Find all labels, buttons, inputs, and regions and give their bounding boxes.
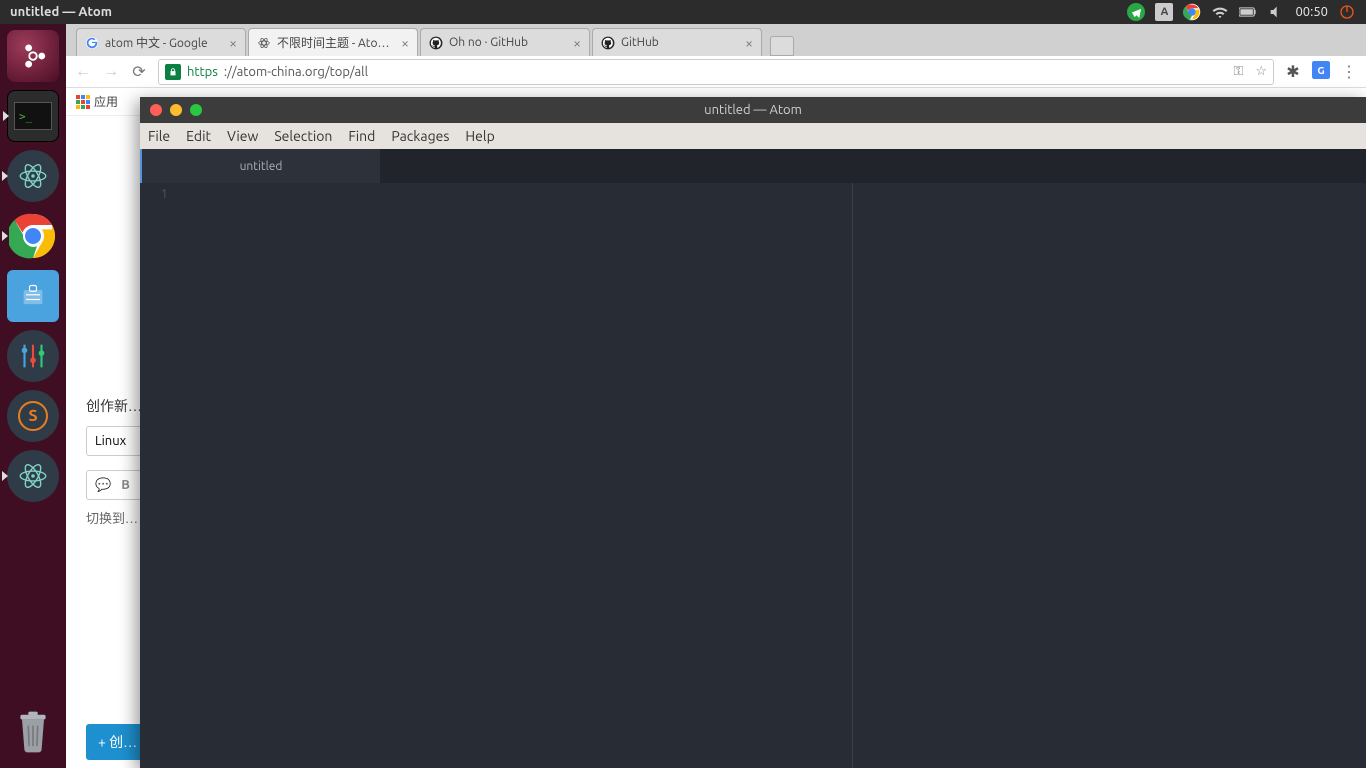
- dash-icon[interactable]: [7, 30, 59, 82]
- apps-grid-icon: [76, 95, 90, 109]
- atom-menu-bar: File Edit View Selection Find Packages H…: [140, 123, 1366, 149]
- evernote-extension-icon[interactable]: ✱: [1284, 62, 1302, 81]
- chrome-tab-active[interactable]: 不限时间主题 - Ato… ×: [248, 28, 418, 56]
- system-top-bar: untitled — Atom A 00:50: [0, 0, 1366, 24]
- chrome-tab[interactable]: atom 中文 - Google ×: [76, 28, 246, 56]
- menu-help[interactable]: Help: [465, 128, 494, 144]
- chrome-toolbar: ← → ⟳ https ://atom-china.org/top/all ⚿ ☆…: [66, 56, 1366, 88]
- chrome-tab[interactable]: GitHub ×: [592, 28, 762, 56]
- atom-tab-bar: untitled: [140, 149, 1366, 183]
- battery-icon[interactable]: [1239, 3, 1257, 21]
- reload-button[interactable]: ⟳: [130, 62, 148, 81]
- system-tray: A 00:50: [1127, 3, 1366, 21]
- wifi-icon[interactable]: [1211, 3, 1229, 21]
- forward-button[interactable]: →: [102, 62, 120, 81]
- reply-toolbar-icon[interactable]: 💬: [95, 478, 111, 493]
- bold-toolbar-icon[interactable]: B: [121, 478, 130, 492]
- url-scheme: https: [187, 65, 218, 79]
- app-s-launcher-icon[interactable]: S: [7, 390, 59, 442]
- tab-title: Oh no · GitHub: [449, 36, 567, 49]
- github-favicon: [429, 36, 443, 50]
- atom-editor-area[interactable]: 1: [140, 183, 1366, 768]
- atom-titlebar[interactable]: untitled — Atom: [140, 97, 1366, 123]
- chrome-tab[interactable]: Oh no · GitHub ×: [420, 28, 590, 56]
- menu-view[interactable]: View: [227, 128, 258, 144]
- atom-window: untitled — Atom File Edit View Selection…: [140, 97, 1366, 768]
- trash-launcher-icon[interactable]: [7, 706, 59, 758]
- tab-close-icon[interactable]: ×: [745, 35, 753, 51]
- tab-title: 不限时间主题 - Ato…: [277, 34, 395, 51]
- menu-file[interactable]: File: [148, 128, 170, 144]
- url-path: ://atom-china.org/top/all: [224, 65, 368, 79]
- settings-launcher-icon[interactable]: [7, 330, 59, 382]
- chrome-menu-icon[interactable]: ⋮: [1340, 62, 1358, 81]
- atom-favicon: [257, 36, 271, 50]
- apps-button[interactable]: 应用: [76, 93, 118, 110]
- address-bar[interactable]: https ://atom-china.org/top/all ⚿ ☆: [158, 59, 1274, 85]
- menu-selection[interactable]: Selection: [274, 128, 332, 144]
- atom-launcher-icon[interactable]: [7, 150, 59, 202]
- github-favicon: [601, 36, 615, 50]
- key-icon[interactable]: ⚿: [1233, 64, 1243, 79]
- input-method-icon[interactable]: A: [1155, 3, 1173, 21]
- back-button[interactable]: ←: [74, 62, 92, 81]
- apps-label: 应用: [94, 93, 118, 110]
- translate-extension-icon[interactable]: G: [1312, 61, 1330, 83]
- wrap-guide: [852, 183, 853, 768]
- atom-launcher-icon-2[interactable]: [7, 450, 59, 502]
- chrome-tab-strip: atom 中文 - Google × 不限时间主题 - Ato… × Oh no…: [66, 24, 1366, 56]
- line-number-gutter: 1: [140, 183, 176, 768]
- secure-lock-icon: [165, 64, 181, 80]
- power-icon[interactable]: [1338, 3, 1356, 21]
- tab-close-icon[interactable]: ×: [229, 35, 237, 51]
- code-area[interactable]: [176, 183, 1366, 768]
- tab-title: GitHub: [621, 36, 739, 49]
- tab-close-icon[interactable]: ×: [401, 35, 409, 51]
- new-tab-button[interactable]: [770, 36, 794, 56]
- bookmark-star-icon[interactable]: ☆: [1255, 64, 1267, 79]
- telegram-tray-icon[interactable]: [1127, 3, 1145, 21]
- svg-text:G: G: [1317, 63, 1324, 75]
- files-launcher-icon[interactable]: [7, 270, 59, 322]
- volume-icon[interactable]: [1267, 3, 1285, 21]
- line-number: 1: [140, 187, 168, 201]
- tab-title: atom 中文 - Google: [105, 34, 223, 51]
- window-title: untitled — Atom: [0, 5, 112, 19]
- chrome-tray-icon[interactable]: [1183, 3, 1201, 21]
- clock[interactable]: 00:50: [1295, 5, 1328, 19]
- atom-title: untitled — Atom: [140, 103, 1366, 117]
- atom-tab-label: untitled: [240, 160, 283, 173]
- menu-find[interactable]: Find: [348, 128, 375, 144]
- atom-editor-tab[interactable]: untitled: [140, 149, 380, 183]
- tab-close-icon[interactable]: ×: [573, 35, 581, 51]
- terminal-launcher-icon[interactable]: >_: [7, 90, 59, 142]
- menu-edit[interactable]: Edit: [186, 128, 211, 144]
- menu-packages[interactable]: Packages: [391, 128, 449, 144]
- google-favicon: [85, 36, 99, 50]
- chrome-launcher-icon[interactable]: [7, 210, 59, 262]
- ubuntu-launcher: >_ S: [0, 24, 66, 768]
